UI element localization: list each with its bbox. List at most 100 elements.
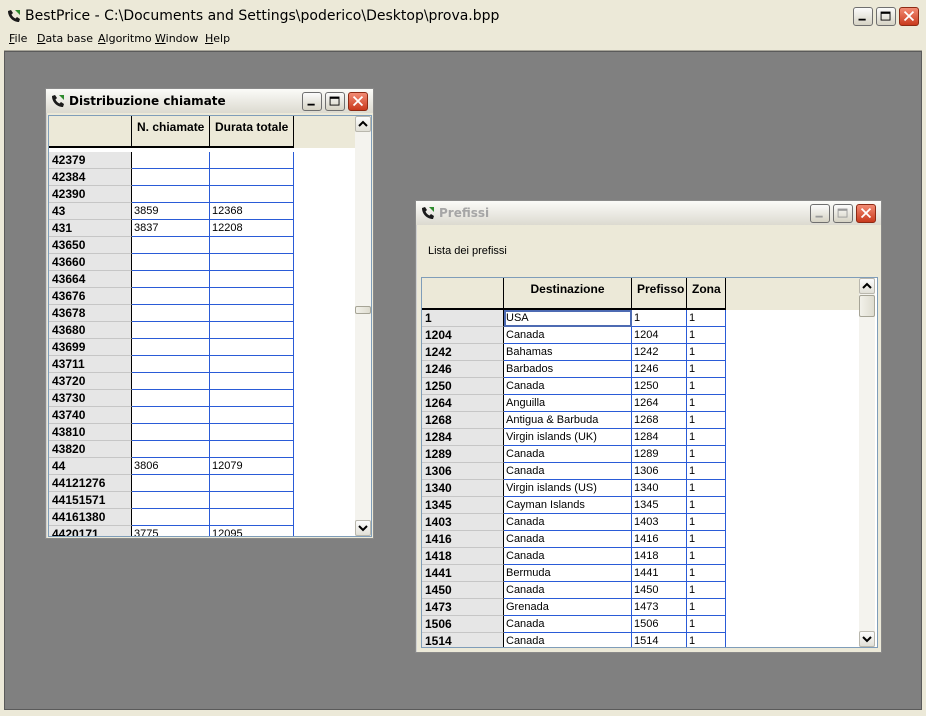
- cell-zona[interactable]: 1: [687, 514, 726, 531]
- cell-zona[interactable]: 1: [687, 310, 726, 327]
- cell-durata-totale[interactable]: [210, 390, 294, 407]
- cell-prefisso[interactable]: 1506: [632, 616, 687, 633]
- cell-durata-totale[interactable]: [210, 509, 294, 526]
- cell-n-chiamate[interactable]: [132, 373, 210, 390]
- cell-durata-totale[interactable]: [210, 356, 294, 373]
- row-header[interactable]: 43730: [49, 390, 132, 407]
- row-header[interactable]: 44121276: [49, 475, 132, 492]
- cell-zona[interactable]: 1: [687, 463, 726, 480]
- row-header[interactable]: 44161380: [49, 509, 132, 526]
- row-header[interactable]: 431: [49, 220, 132, 237]
- cell-n-chiamate[interactable]: [132, 288, 210, 305]
- cell-n-chiamate[interactable]: 3775: [132, 526, 210, 536]
- cell-zona[interactable]: 1: [687, 429, 726, 446]
- cell-durata-totale[interactable]: 12368: [210, 203, 294, 220]
- cell-durata-totale[interactable]: [210, 339, 294, 356]
- cell-destinazione[interactable]: Canada: [504, 633, 632, 647]
- row-header[interactable]: 43740: [49, 407, 132, 424]
- cell-destinazione[interactable]: Barbados: [504, 361, 632, 378]
- menu-data-base[interactable]: Data base: [37, 32, 93, 45]
- scroll-thumb[interactable]: [859, 295, 875, 317]
- cell-n-chiamate[interactable]: [132, 356, 210, 373]
- cell-n-chiamate[interactable]: [132, 407, 210, 424]
- cell-prefisso[interactable]: 1204: [632, 327, 687, 344]
- cell-zona[interactable]: 1: [687, 344, 726, 361]
- cell-n-chiamate[interactable]: [132, 492, 210, 509]
- row-header[interactable]: 1: [422, 310, 504, 327]
- cell-n-chiamate[interactable]: [132, 475, 210, 492]
- column-header-zona[interactable]: Zona: [687, 278, 726, 310]
- cell-zona[interactable]: 1: [687, 616, 726, 633]
- title-bar[interactable]: BestPrice - C:\Documents and Settings\po…: [0, 0, 926, 32]
- cell-destinazione[interactable]: Antigua & Barbuda: [504, 412, 632, 429]
- row-header[interactable]: 1450: [422, 582, 504, 599]
- cell-prefisso[interactable]: 1418: [632, 548, 687, 565]
- cell-prefisso[interactable]: 1242: [632, 344, 687, 361]
- cell-zona[interactable]: 1: [687, 565, 726, 582]
- scroll-up-button[interactable]: [355, 116, 371, 132]
- cell-n-chiamate[interactable]: [132, 424, 210, 441]
- row-header[interactable]: 1340: [422, 480, 504, 497]
- cell-destinazione[interactable]: Canada: [504, 582, 632, 599]
- distribuzione-title-bar[interactable]: Distribuzione chiamate: [46, 89, 373, 113]
- cell-destinazione[interactable]: USA: [504, 310, 632, 327]
- cell-durata-totale[interactable]: [210, 475, 294, 492]
- row-header[interactable]: 1416: [422, 531, 504, 548]
- cell-durata-totale[interactable]: [210, 288, 294, 305]
- cell-zona[interactable]: 1: [687, 480, 726, 497]
- cell-durata-totale[interactable]: 12079: [210, 458, 294, 475]
- prefissi-minimize-button[interactable]: [810, 204, 830, 223]
- row-header[interactable]: 42379: [49, 152, 132, 169]
- cell-prefisso[interactable]: 1250: [632, 378, 687, 395]
- column-header-destinazione[interactable]: Destinazione: [504, 278, 632, 310]
- menu-window[interactable]: Window: [155, 32, 198, 45]
- cell-n-chiamate[interactable]: [132, 271, 210, 288]
- cell-destinazione[interactable]: Cayman Islands: [504, 497, 632, 514]
- row-header[interactable]: 43820: [49, 441, 132, 458]
- cell-durata-totale[interactable]: [210, 169, 294, 186]
- row-header[interactable]: 42390: [49, 186, 132, 203]
- prefissi-vertical-scrollbar[interactable]: [859, 278, 875, 647]
- prefissi-grid[interactable]: Destinazione Prefisso Zona 1 USA 1 1 1204 Can…: [421, 277, 878, 648]
- cell-durata-totale[interactable]: 12095: [210, 526, 294, 536]
- cell-durata-totale[interactable]: [210, 424, 294, 441]
- prefissi-title-bar[interactable]: Prefissi: [416, 201, 881, 225]
- scroll-down-button[interactable]: [859, 631, 875, 647]
- cell-destinazione[interactable]: Canada: [504, 616, 632, 633]
- cell-zona[interactable]: 1: [687, 378, 726, 395]
- row-header[interactable]: 1403: [422, 514, 504, 531]
- cell-prefisso[interactable]: 1514: [632, 633, 687, 647]
- cell-durata-totale[interactable]: [210, 441, 294, 458]
- cell-destinazione[interactable]: Canada: [504, 463, 632, 480]
- menu-algoritmo[interactable]: Algoritmo: [98, 32, 152, 45]
- cell-prefisso[interactable]: 1340: [632, 480, 687, 497]
- cell-prefisso[interactable]: 1289: [632, 446, 687, 463]
- menu-help[interactable]: Help: [205, 32, 230, 45]
- row-header[interactable]: 43664: [49, 271, 132, 288]
- cell-n-chiamate[interactable]: [132, 322, 210, 339]
- cell-durata-totale[interactable]: [210, 186, 294, 203]
- cell-destinazione[interactable]: Grenada: [504, 599, 632, 616]
- cell-durata-totale[interactable]: [210, 254, 294, 271]
- row-header[interactable]: 43650: [49, 237, 132, 254]
- cell-durata-totale[interactable]: [210, 271, 294, 288]
- cell-destinazione[interactable]: Canada: [504, 327, 632, 344]
- column-header-prefisso[interactable]: Prefisso: [632, 278, 687, 310]
- cell-prefisso[interactable]: 1441: [632, 565, 687, 582]
- cell-prefisso[interactable]: 1284: [632, 429, 687, 446]
- row-header[interactable]: 1204: [422, 327, 504, 344]
- cell-destinazione[interactable]: Virgin islands (US): [504, 480, 632, 497]
- cell-n-chiamate[interactable]: [132, 186, 210, 203]
- row-header[interactable]: 43: [49, 203, 132, 220]
- cell-prefisso[interactable]: 1450: [632, 582, 687, 599]
- row-header[interactable]: 1268: [422, 412, 504, 429]
- cell-n-chiamate[interactable]: [132, 254, 210, 271]
- row-header[interactable]: 43699: [49, 339, 132, 356]
- cell-destinazione[interactable]: Canada: [504, 446, 632, 463]
- row-header[interactable]: 43711: [49, 356, 132, 373]
- column-header-n-chiamate[interactable]: N. chiamate: [132, 116, 210, 148]
- cell-zona[interactable]: 1: [687, 497, 726, 514]
- row-header[interactable]: 43810: [49, 424, 132, 441]
- cell-zona[interactable]: 1: [687, 327, 726, 344]
- cell-zona[interactable]: 1: [687, 548, 726, 565]
